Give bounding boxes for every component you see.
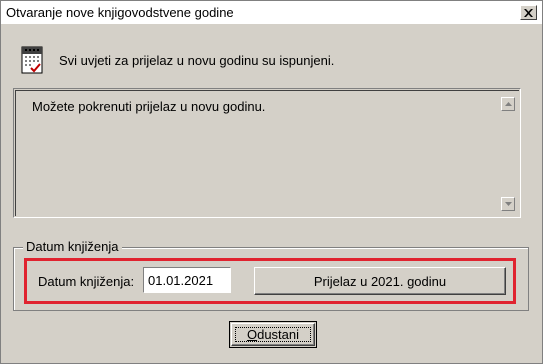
window-title: Otvaranje nove knjigovodstvene godine [6, 5, 234, 20]
cancel-label: dustani [257, 327, 300, 342]
close-icon [524, 8, 533, 17]
cancel-button[interactable]: Odustani [229, 321, 317, 348]
memo-text: Možete pokrenuti prijelaz u novu godinu. [32, 99, 266, 114]
scroll-down-button[interactable] [501, 197, 515, 211]
calendar-check-icon [21, 46, 43, 74]
cancel-mnemonic: O [246, 327, 258, 342]
status-message: Svi uvjeti za prijelaz u novu godinu su … [59, 53, 335, 68]
arrow-up-icon [504, 102, 512, 106]
group-title: Datum knjiženja [23, 239, 122, 254]
date-label: Datum knjiženja: [38, 274, 135, 289]
close-button[interactable] [520, 5, 537, 20]
posting-date-input[interactable] [143, 267, 231, 293]
scroll-up-button[interactable] [501, 97, 515, 111]
title-bar: Otvaranje nove knjigovodstvene godine [1, 1, 542, 25]
dialog-window: Otvaranje nove knjigovodstvene godine Sv… [0, 0, 543, 364]
transition-button[interactable]: Prijelaz u 2021. godinu [254, 267, 506, 295]
message-memo[interactable]: Možete pokrenuti prijelaz u novu godinu. [13, 88, 521, 218]
arrow-down-icon [504, 202, 512, 206]
